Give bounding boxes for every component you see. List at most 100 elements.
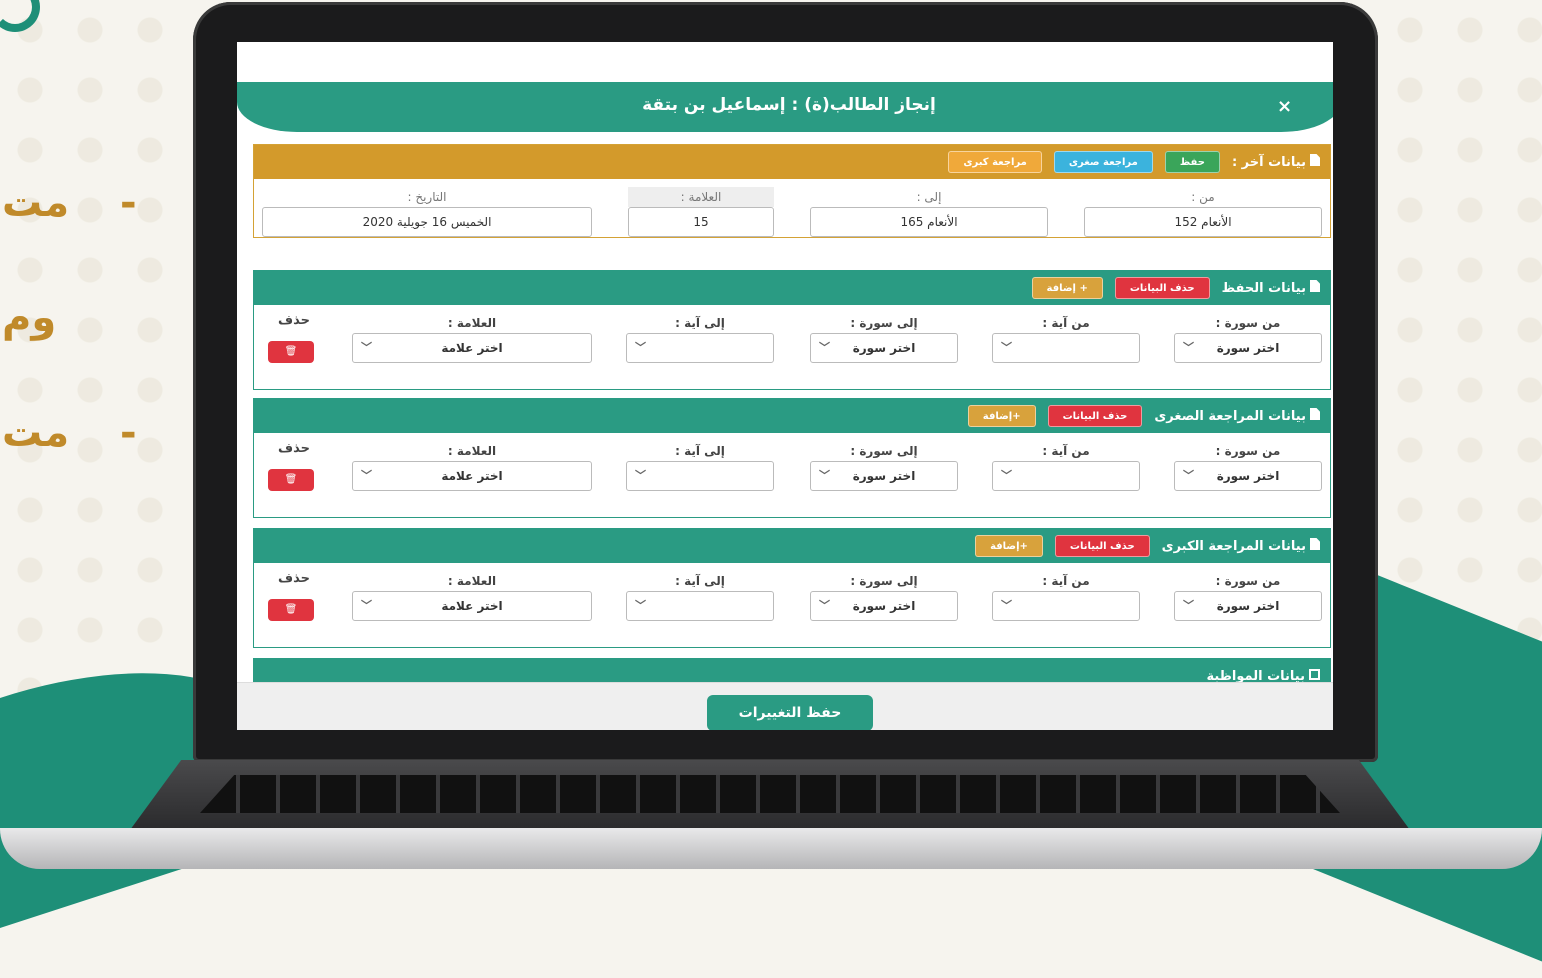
from-ayah-label: من آية :	[1042, 574, 1090, 588]
to-ayah-field: إلى آية : ﹀	[626, 441, 774, 491]
chevron-down-icon: ﹀	[1183, 341, 1194, 354]
trash-icon: 🗑	[284, 604, 298, 615]
section-memorization: بيانات الحفظ حذف البيانات + إضافة من سور…	[253, 270, 1331, 390]
chevron-down-icon: ﹀	[635, 341, 646, 354]
memorization-title: بيانات الحفظ	[1222, 280, 1320, 296]
to-surah-field: إلى سورة : اختر سورة ﹀	[810, 313, 958, 363]
delete-data-button[interactable]: حذف البيانات	[1047, 405, 1143, 427]
to-surah-field: إلى سورة : اختر سورة ﹀	[810, 571, 958, 621]
to-ayah-select[interactable]: ﹀	[626, 461, 774, 491]
to-ayah-label: إلى آية :	[675, 574, 725, 588]
close-icon[interactable]: ×	[1277, 96, 1292, 117]
grade-select-field: العلامة : اختر علامة ﹀	[352, 571, 592, 621]
from-ayah-select[interactable]: ﹀	[992, 461, 1140, 491]
section-minor-review-header: بيانات المراجعة الصغرى حذف البيانات +إضا…	[254, 399, 1330, 433]
delete-row-button[interactable]: 🗑	[268, 469, 314, 491]
from-surah-label: من سورة :	[1215, 316, 1281, 330]
grade-select-label: العلامة :	[447, 444, 497, 458]
grade-input[interactable]: 15	[628, 207, 774, 237]
from-surah-select[interactable]: اختر سورة ﹀	[1174, 591, 1322, 621]
delete-data-button[interactable]: حذف البيانات	[1114, 277, 1210, 299]
to-ayah-select[interactable]: ﹀	[626, 591, 774, 621]
from-surah-label: من سورة :	[1215, 574, 1281, 588]
side-line-3: مت	[2, 410, 70, 456]
chevron-down-icon: ﹀	[1001, 469, 1012, 482]
major-review-title: بيانات المراجعة الكبرى	[1162, 538, 1320, 554]
grade-select[interactable]: اختر علامة ﹀	[352, 333, 592, 363]
add-button[interactable]: +إضافة	[975, 535, 1043, 557]
trash-icon: 🗑	[284, 346, 298, 357]
add-button[interactable]: +إضافة	[967, 405, 1036, 427]
laptop-base	[0, 760, 1542, 869]
chevron-down-icon: ﹀	[361, 599, 372, 612]
major-review-button[interactable]: مراجعة كبرى	[948, 151, 1042, 173]
chevron-down-icon: ﹀	[819, 599, 830, 612]
to-ayah-label: إلى آية :	[675, 316, 725, 330]
section-last-data: بيانات آخر : حفظ مراجعة صغرى مراجعة كبرى…	[253, 144, 1331, 238]
to-input[interactable]: الأنعام 165	[810, 207, 1048, 237]
side-line-1: مت	[2, 180, 70, 226]
section-major-review-header: بيانات المراجعة الكبرى حذف البيانات +إضا…	[254, 529, 1330, 563]
grade-label: العلامة :	[628, 187, 774, 207]
chevron-down-icon: ﹀	[1001, 599, 1012, 612]
laptop-screen: إنجاز الطالب(ة) : إسماعيل بن بتقة × بيان…	[237, 42, 1333, 730]
from-surah-select[interactable]: اختر سورة ﹀	[1174, 461, 1322, 491]
from-input[interactable]: الأنعام 152	[1084, 207, 1322, 237]
to-ayah-select[interactable]: ﹀	[626, 333, 774, 363]
trash-icon: 🗑	[284, 474, 298, 485]
section-memorization-header: بيانات الحفظ حذف البيانات + إضافة	[254, 271, 1330, 305]
last-data-title: بيانات آخر :	[1232, 154, 1320, 170]
save-small-button[interactable]: حفظ	[1164, 151, 1220, 173]
grade-select-label: العلامة :	[447, 574, 497, 588]
to-surah-select[interactable]: اختر سورة ﹀	[810, 591, 958, 621]
chevron-down-icon: ﹀	[361, 341, 372, 354]
chevron-down-icon: ﹀	[819, 341, 830, 354]
to-surah-select[interactable]: اختر سورة ﹀	[810, 333, 958, 363]
from-surah-field: من سورة : اختر سورة ﹀	[1174, 313, 1322, 363]
from-ayah-label: من آية :	[1042, 444, 1090, 458]
file-icon	[1310, 154, 1320, 166]
grade-select[interactable]: اختر علامة ﹀	[352, 591, 592, 621]
from-label: من :	[1191, 190, 1215, 204]
delete-row-button[interactable]: 🗑	[268, 341, 314, 363]
from-ayah-select[interactable]: ﹀	[992, 591, 1140, 621]
save-changes-button[interactable]: حفظ التغييرات	[707, 695, 873, 730]
grade-field: العلامة : 15	[628, 187, 774, 237]
section-last-data-header: بيانات آخر : حفظ مراجعة صغرى مراجعة كبرى	[254, 145, 1330, 179]
from-ayah-field: من آية : ﹀	[992, 441, 1140, 491]
delete-data-button[interactable]: حذف البيانات	[1054, 535, 1150, 557]
major-review-row: من سورة : اختر سورة ﹀ من آية : ﹀ إلى سورة…	[254, 563, 1330, 659]
memorization-row: من سورة : اختر سورة ﹀ من آية : ﹀ إلى سورة…	[254, 305, 1330, 401]
side-dash-3: -	[120, 410, 137, 456]
to-surah-select[interactable]: اختر سورة ﹀	[810, 461, 958, 491]
side-heading: مت - وم مت -	[0, 180, 160, 525]
date-field: التاريخ : الخميس 16 جويلية 2020	[262, 187, 592, 237]
chevron-down-icon: ﹀	[635, 469, 646, 482]
minor-review-button[interactable]: مراجعة صغرى	[1053, 151, 1153, 173]
from-ayah-select[interactable]: ﹀	[992, 333, 1140, 363]
date-label: التاريخ :	[407, 190, 447, 204]
date-input[interactable]: الخميس 16 جويلية 2020	[262, 207, 592, 237]
chevron-down-icon: ﹀	[819, 469, 830, 482]
minor-review-title: بيانات المراجعة الصغرى	[1154, 408, 1320, 424]
student-progress-modal: إنجاز الطالب(ة) : إسماعيل بن بتقة × بيان…	[237, 82, 1333, 730]
from-ayah-field: من آية : ﹀	[992, 571, 1140, 621]
chevron-down-icon: ﹀	[1001, 341, 1012, 354]
grade-select[interactable]: اختر علامة ﹀	[352, 461, 592, 491]
to-ayah-field: إلى آية : ﹀	[626, 571, 774, 621]
delete-label: حذف	[278, 313, 310, 328]
minor-review-row: من سورة : اختر سورة ﹀ من آية : ﹀ إلى سورة…	[254, 433, 1330, 529]
from-surah-select[interactable]: اختر سورة ﹀	[1174, 333, 1322, 363]
file-icon	[1310, 280, 1320, 292]
add-button[interactable]: + إضافة	[1031, 277, 1103, 299]
section-minor-review: بيانات المراجعة الصغرى حذف البيانات +إضا…	[253, 398, 1331, 518]
to-surah-field: إلى سورة : اختر سورة ﹀	[810, 441, 958, 491]
side-line-2: وم	[2, 295, 57, 341]
grade-select-label: العلامة :	[447, 316, 497, 330]
page-behind	[237, 42, 1333, 84]
delete-label: حذف	[278, 441, 310, 456]
delete-row-button[interactable]: 🗑	[268, 599, 314, 621]
modal-header: إنجاز الطالب(ة) : إسماعيل بن بتقة ×	[237, 82, 1333, 132]
section-major-review: بيانات المراجعة الكبرى حذف البيانات +إضا…	[253, 528, 1331, 648]
calendar-icon	[1309, 668, 1320, 680]
